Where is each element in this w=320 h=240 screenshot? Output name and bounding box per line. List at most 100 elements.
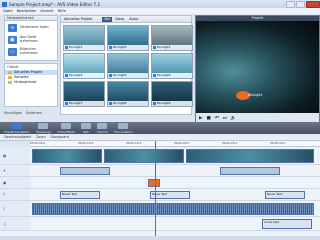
timeline-toolbar: Geschwindigkeit Zoom Storyboard [0, 134, 320, 141]
folder-tree: Aktuelles Projekt Samples Hintergründe [5, 70, 57, 85]
thumbnail-caption: Diving04 [64, 73, 104, 78]
preview-clip-label: Diving04 [248, 93, 263, 97]
tab-all[interactable]: Alle [102, 16, 113, 22]
chroma-button[interactable]: Chroma [97, 122, 108, 134]
thumbnail-caption: Diving03 [152, 45, 192, 50]
close-button[interactable] [306, 0, 320, 8]
text-clip[interactable]: Neuer Text [60, 191, 100, 199]
folder-buttons: Hinzufügen Entfernen [4, 109, 58, 116]
create-film-button[interactable]: Film erstellen [114, 122, 133, 134]
playhead[interactable] [155, 141, 156, 237]
preview-panel: Projekt Diving04 ▶ ■ ⏮ ⏭ 🔈 [195, 15, 320, 123]
capture-screen-button[interactable]: ▭ Bildschirm aufnehmen [7, 46, 55, 57]
transitions-button[interactable]: Übergänge [35, 122, 52, 134]
video-track: ▦ [0, 147, 320, 165]
effects-track-header: ✦ [0, 165, 30, 176]
overlay-icon: ▣ [3, 180, 7, 185]
effect-clip[interactable] [220, 167, 280, 175]
app-icon [2, 1, 7, 7]
folder-icon [8, 76, 12, 79]
volume-icon[interactable]: 🔈 [231, 116, 237, 121]
ruler-tick: 00:00:15.0 [126, 141, 142, 145]
ruler-tick: 00:00:10.0 [78, 141, 94, 145]
transition-icon [38, 122, 49, 129]
media-browser-title: Aktuelles Projekt [64, 17, 93, 21]
play-icon[interactable]: ▶ [199, 116, 202, 121]
menu-datei[interactable]: Datei [3, 9, 13, 13]
media-thumbnail[interactable]: Diving04 [63, 53, 105, 79]
effects-toolbar: Projekt bearbeiten Übergänge Videoeffekt… [0, 122, 320, 134]
menu-bearbeiten[interactable]: Bearbeiten [17, 9, 37, 13]
media-thumbnail[interactable]: Diving05 [107, 53, 149, 79]
menu-ansicht[interactable]: Ansicht [40, 9, 53, 13]
add-folder-button[interactable]: Hinzufügen [4, 111, 22, 115]
project-edit-button[interactable]: Projekt bearbeiten [4, 122, 30, 134]
preview-video: Diving04 [196, 21, 319, 113]
thumbnail-caption: Diving08 [108, 101, 148, 106]
stop-icon[interactable]: ■ [206, 116, 210, 121]
video-clip[interactable] [186, 149, 314, 163]
text-button[interactable]: Text [80, 122, 91, 134]
overlay-track: ▣ [0, 177, 320, 189]
tab-video[interactable]: Video [113, 17, 126, 22]
text-clip[interactable]: Neuer Text [265, 191, 305, 199]
media-thumbnail[interactable]: Diving02 [107, 25, 149, 51]
previous-icon[interactable]: ⏮ [215, 115, 219, 121]
minimize-button[interactable] [286, 0, 295, 8]
next-icon[interactable]: ⏭ [223, 115, 227, 121]
remove-folder-button[interactable]: Entfernen [26, 111, 42, 115]
ruler-tick: 00:00:05.0 [30, 141, 46, 145]
media-browser-header: Aktuelles Projekt Alle Video Audio [61, 16, 191, 23]
speed-button[interactable]: Geschwindigkeit [4, 135, 31, 139]
effect-label: Text [83, 129, 89, 134]
thumbnail-caption: Diving02 [108, 45, 148, 50]
film-icon [118, 122, 129, 129]
effect-clip[interactable] [60, 167, 110, 175]
media-thumbnail[interactable]: Diving03 [151, 25, 193, 51]
capture-device-button[interactable]: ▣ Vom Gerät aufnehmen [7, 34, 55, 45]
text-clip[interactable]: Neuer Text [150, 191, 190, 199]
zoom-button[interactable]: Zoom [36, 135, 46, 139]
media-thumbnail[interactable]: Diving06 [151, 53, 193, 79]
storyboard-button[interactable]: Storyboard [51, 135, 69, 139]
app-window: Sample Project.mep* - AVS Video Editor 7… [0, 0, 320, 240]
text-icon [80, 122, 91, 129]
effect-label: Übergänge [35, 129, 52, 134]
effect-label: Projekt bearbeiten [4, 129, 30, 134]
video-clip[interactable] [32, 149, 102, 163]
media-thumbnail[interactable]: Diving09 [151, 81, 193, 107]
thumbnail-caption: Diving07 [64, 101, 104, 106]
thumbnail-caption: Diving05 [108, 73, 148, 78]
video-effects-button[interactable]: Videoeffekte [57, 122, 75, 134]
effects-icon [61, 122, 71, 129]
music-track-header: ♫ [0, 217, 30, 230]
folder-icon [8, 71, 12, 74]
thumbnail-caption: Diving09 [152, 101, 192, 106]
folder-icon [8, 81, 12, 84]
media-thumbnail[interactable]: Diving08 [107, 81, 149, 107]
media-thumbnail[interactable]: Diving01 [63, 25, 105, 51]
load-media-button[interactable]: + Medienaten laden [7, 22, 55, 33]
screen-icon: ▭ [8, 47, 17, 56]
video-clip[interactable] [104, 149, 184, 163]
music-clip[interactable]: Arrow.mp3 [262, 219, 312, 229]
media-library-panel: Mediabibliothek + Medienaten laden ▣ Vom G… [4, 15, 58, 61]
text-track: T Neuer Text Neuer Text Neuer Text [0, 189, 320, 201]
plus-icon: + [8, 23, 17, 32]
film-icon: ▦ [3, 153, 7, 158]
overlay-clip[interactable] [148, 179, 160, 187]
effects-icon: ✦ [3, 168, 6, 173]
audio-clip[interactable] [32, 203, 314, 215]
maximize-button[interactable] [296, 0, 305, 8]
media-thumbnail[interactable]: Diving07 [63, 81, 105, 107]
menu-hilfe[interactable]: Hilfe [58, 9, 66, 13]
audio-icon: ♪ [3, 206, 6, 211]
video-track-header: ▦ [0, 147, 30, 164]
tab-audio[interactable]: Audio [127, 17, 140, 22]
media-browser: Aktuelles Projekt Alle Video Audio Divin… [60, 15, 193, 115]
thumbnail-caption: Diving06 [152, 73, 192, 78]
folder-item[interactable]: Hintergründe [5, 80, 57, 85]
media-library-header: Mediabibliothek [5, 16, 57, 21]
thumbnail-caption: Diving01 [64, 45, 104, 50]
audio-track-header: ♪ [0, 201, 30, 216]
